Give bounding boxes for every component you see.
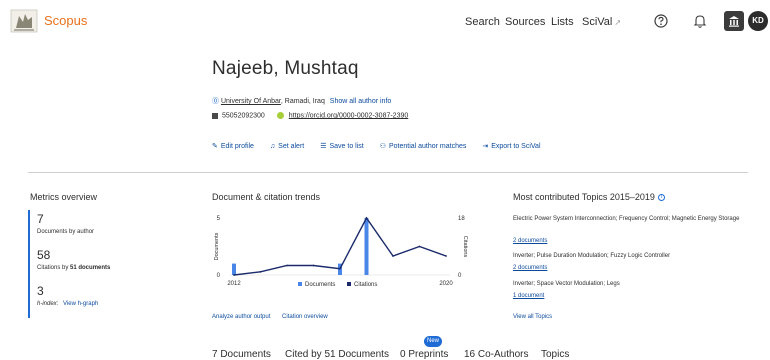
topic-item-2-docs[interactable]: 2 documents xyxy=(513,265,547,271)
scopus-id-icon xyxy=(212,112,218,119)
y-left-tick: 0 xyxy=(217,273,221,279)
edit-profile-button[interactable]: ✎ Edit profile xyxy=(212,143,254,150)
institution-button[interactable] xyxy=(724,11,744,31)
set-alert-button[interactable]: ♫ Set alert xyxy=(270,143,304,150)
view-h-graph-link[interactable]: View h-graph xyxy=(63,301,98,307)
author-name: Najeeb, Mushtaq xyxy=(212,58,359,79)
chart-legend: Documents Citations xyxy=(298,282,377,288)
legend-citations-swatch xyxy=(347,282,352,287)
scopus-id: 55052092300 xyxy=(222,112,265,120)
affiliation-link[interactable]: University Of Anbar xyxy=(221,98,281,105)
documents-count: 7 xyxy=(37,212,44,226)
citations-docs-count: 51 documents xyxy=(70,265,111,271)
view-all-topics-link[interactable]: View all Topics xyxy=(513,314,552,320)
metrics-accent-bar xyxy=(28,210,30,318)
top-bar: Scopus Search Sources Lists SciVal ↗ KD xyxy=(0,0,770,44)
bell-icon: ♫ xyxy=(269,143,276,150)
legend-documents-swatch xyxy=(298,282,302,287)
tab-topics[interactable]: Topics xyxy=(541,349,569,360)
pencil-icon: ✎ xyxy=(212,143,218,150)
affiliation-location: , Ramadi, Iraq xyxy=(280,98,325,105)
h-index-label: h-index: xyxy=(37,301,59,307)
show-author-info-link[interactable]: Show all author info xyxy=(330,98,391,105)
citation-overview-link[interactable]: Citation overview xyxy=(282,314,328,320)
orcid-icon xyxy=(276,112,284,119)
set-alert-label: Set alert xyxy=(278,143,305,150)
user-avatar[interactable]: KD xyxy=(748,11,768,31)
tab-cited-by[interactable]: Cited by 51 Documents xyxy=(285,349,389,360)
topics-title: Most contributed Topics 2015–2019 xyxy=(513,192,655,202)
h-index-value: 3 xyxy=(37,284,44,298)
citations-count: 58 xyxy=(37,248,51,262)
citations-point xyxy=(392,255,394,257)
help-icon[interactable] xyxy=(651,11,671,31)
nav-search[interactable]: Search xyxy=(465,16,500,28)
trends-title: Document & citation trends xyxy=(212,192,321,202)
topic-item-1-docs[interactable]: 2 documents xyxy=(513,238,547,244)
export-scival-label: Export to SciVal xyxy=(491,143,541,150)
save-to-list-label: Save to list xyxy=(329,143,364,150)
info-icon[interactable]: i xyxy=(657,194,665,202)
analyze-output-link[interactable]: Analyze author output xyxy=(212,314,270,320)
bell-icon[interactable] xyxy=(690,11,710,31)
topic-item-1-title: Electric Power System Interconnection; F… xyxy=(513,216,740,222)
citations-point xyxy=(445,255,447,257)
orcid-link[interactable]: https://orcid.org/0000-0002-3087-2390 xyxy=(289,112,408,119)
nav-scival-label: SciVal xyxy=(582,16,613,28)
edit-profile-label: Edit profile xyxy=(220,143,254,150)
h-index-row: h-index: View h-graph xyxy=(37,301,98,307)
potential-matches-button[interactable]: ⚇ Potential author matches xyxy=(380,143,467,150)
nav-scival[interactable]: SciVal ↗ xyxy=(582,16,621,28)
y-left-label: Documents xyxy=(214,232,220,260)
legend-documents: Documents xyxy=(305,282,336,288)
citations-label-text: Citations by xyxy=(37,265,71,271)
legend-citations: Citations xyxy=(354,282,378,288)
potential-matches-label: Potential author matches xyxy=(388,143,467,150)
y-right-tick: 18 xyxy=(458,216,465,222)
topics-section-title: Most contributed Topics 2015–2019 i xyxy=(513,192,665,202)
chart-links: Analyze author output Citation overview xyxy=(212,314,338,320)
affiliation-row: ⓪ University Of Anbar, Ramadi, Iraq Show… xyxy=(212,96,391,106)
citations-point xyxy=(418,245,421,248)
list-icon: ☰ xyxy=(320,143,327,150)
identifiers-row: 55052092300 https://orcid.org/0000-0002-… xyxy=(212,112,408,119)
new-badge: New xyxy=(424,336,442,347)
y-right-tick: 0 xyxy=(458,273,462,279)
elsevier-logo[interactable] xyxy=(10,8,38,34)
citations-label: Citations by 51 documents xyxy=(37,265,110,271)
nav-sources[interactable]: Sources xyxy=(505,16,545,28)
tab-co-authors[interactable]: 16 Co-Authors xyxy=(464,349,528,360)
tab-preprints[interactable]: 0 Preprints xyxy=(400,349,448,360)
export-icon: ⇥ xyxy=(482,143,489,150)
save-to-list-button[interactable]: ☰ Save to list xyxy=(320,143,364,150)
section-divider xyxy=(28,172,748,173)
citations-point xyxy=(286,264,288,267)
y-left-tick: 5 xyxy=(217,216,221,222)
topic-item-3-docs[interactable]: 1 document xyxy=(513,293,544,299)
brand-name[interactable]: Scopus xyxy=(44,13,87,28)
metrics-title: Metrics overview xyxy=(30,192,98,202)
y-right-label: Citations xyxy=(462,236,468,258)
export-scival-button[interactable]: ⇥ Export to SciVal xyxy=(482,143,540,150)
nav-lists[interactable]: Lists xyxy=(551,16,574,28)
citations-point xyxy=(259,270,262,273)
topic-item-3-title: Inverter; Space Vector Modulation; Legs xyxy=(513,281,620,287)
topic-item-2-title: Inverter; Pulse Duration Modulation; Fuz… xyxy=(513,253,671,259)
documents-bar xyxy=(232,263,236,275)
x-tick-label: 2012 xyxy=(227,281,241,287)
citations-point xyxy=(365,217,368,219)
citations-point xyxy=(312,264,315,267)
documents-label: Documents by author xyxy=(37,229,95,235)
citations-point xyxy=(233,274,235,276)
institution-icon xyxy=(729,16,739,27)
author-actions: ✎ Edit profile ♫ Set alert ☰ Save to list ⚇… xyxy=(212,142,555,150)
documents-bar xyxy=(364,218,369,275)
location-pin-icon: ⓪ xyxy=(212,98,219,105)
citations-point xyxy=(339,267,341,270)
x-tick-label: 2020 xyxy=(439,281,453,287)
external-link-icon: ↗ xyxy=(614,18,622,27)
people-icon: ⚇ xyxy=(379,143,386,150)
tab-documents[interactable]: 7 Documents xyxy=(212,349,271,360)
